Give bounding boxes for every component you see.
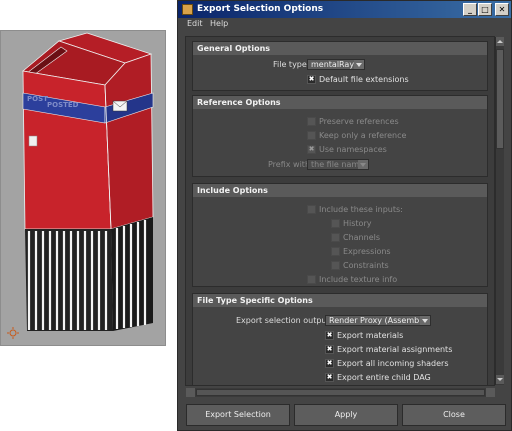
prefix-value: the file name <box>311 160 365 169</box>
include-options-header[interactable]: Include Options <box>193 184 487 197</box>
scroll-down-icon[interactable] <box>496 375 504 384</box>
close-button[interactable]: Close <box>402 404 506 426</box>
export-assignments-label: Export material assignments <box>337 345 453 354</box>
include-inputs-label: Include these inputs: <box>319 205 403 214</box>
default-extensions-label: Default file extensions <box>319 75 409 84</box>
scroll-left-icon[interactable] <box>186 388 195 397</box>
texture-info-label: Include texture info <box>319 275 398 284</box>
light-icon <box>7 327 19 339</box>
export-output-label: Export selection output: <box>236 316 333 325</box>
menu-edit[interactable]: Edit <box>187 19 203 28</box>
include-options-section: Include Options Include these inputs: Hi… <box>192 183 488 287</box>
file-type-dropdown[interactable]: mentalRay <box>307 59 365 70</box>
export-shaders-label: Export all incoming shaders <box>337 359 449 368</box>
file-type-options-section: File Type Specific Options Export select… <box>192 293 488 385</box>
prefix-with-label: Prefix with: <box>268 160 313 169</box>
export-child-dag-checkbox[interactable]: ✖ <box>325 373 334 382</box>
export-child-dag-label: Export entire child DAG <box>337 373 431 382</box>
chevron-down-icon <box>354 60 364 69</box>
horizontal-scrollbar[interactable] <box>186 388 495 397</box>
keep-reference-label: Keep only a reference <box>319 131 407 140</box>
file-type-label: File type: <box>273 60 310 69</box>
general-options-section: General Options File type: mentalRay ✖ D… <box>192 41 488 91</box>
keep-reference-checkbox[interactable] <box>307 131 316 140</box>
scroll-right-icon[interactable] <box>486 388 495 397</box>
export-selection-button[interactable]: Export Selection <box>186 404 290 426</box>
export-output-value: Render Proxy (Assembly) <box>329 316 430 325</box>
minimize-button[interactable]: _ <box>463 3 477 16</box>
maximize-button[interactable]: □ <box>478 3 492 16</box>
vertical-scrollbar[interactable] <box>495 37 504 385</box>
export-materials-checkbox[interactable]: ✖ <box>325 331 334 340</box>
apply-button[interactable]: Apply <box>294 404 398 426</box>
menu-help[interactable]: Help <box>210 19 228 28</box>
horizontal-scroll-thumb[interactable] <box>196 389 485 396</box>
export-assignments-checkbox[interactable]: ✖ <box>325 345 334 354</box>
constraints-checkbox[interactable] <box>331 261 340 270</box>
menu-bar: Edit Help <box>178 18 511 31</box>
model-label-posted: POSTED <box>47 101 79 109</box>
close-window-button[interactable]: ✕ <box>495 3 509 16</box>
include-inputs-checkbox[interactable] <box>307 205 316 214</box>
button-bar: Export Selection Apply Close <box>180 404 507 426</box>
scroll-thumb[interactable] <box>496 49 504 149</box>
mailbox-model: POST POSTED <box>7 32 154 339</box>
expressions-label: Expressions <box>343 247 391 256</box>
file-type-value: mentalRay <box>311 60 355 69</box>
model-label-post: POST <box>27 95 48 103</box>
general-options-header[interactable]: General Options <box>193 42 487 55</box>
export-output-dropdown[interactable]: Render Proxy (Assembly) <box>325 315 431 326</box>
reference-options-header[interactable]: Reference Options <box>193 96 487 109</box>
chevron-down-icon <box>420 316 430 325</box>
history-label: History <box>343 219 372 228</box>
prefix-dropdown[interactable]: the file name <box>307 159 369 170</box>
title-bar[interactable]: Export Selection Options _ □ ✕ <box>178 1 511 18</box>
chevron-down-icon <box>358 160 368 169</box>
options-panel: General Options File type: mentalRay ✖ D… <box>185 36 495 386</box>
reference-options-section: Reference Options Preserve references Ke… <box>192 95 488 177</box>
3d-viewport[interactable]: POST POSTED <box>0 30 166 346</box>
expressions-checkbox[interactable] <box>331 247 340 256</box>
texture-info-checkbox[interactable] <box>307 275 316 284</box>
channels-label: Channels <box>343 233 381 242</box>
preserve-references-checkbox[interactable] <box>307 117 316 126</box>
history-checkbox[interactable] <box>331 219 340 228</box>
use-namespaces-label: Use namespaces <box>319 145 387 154</box>
mailbox-pedestal <box>25 217 153 331</box>
scroll-up-icon[interactable] <box>496 37 504 46</box>
channels-checkbox[interactable] <box>331 233 340 242</box>
collection-plate <box>28 135 38 147</box>
export-materials-label: Export materials <box>337 331 404 340</box>
use-namespaces-checkbox[interactable]: ✖ <box>307 145 316 154</box>
maya-app-icon <box>182 4 193 15</box>
window-title: Export Selection Options <box>197 4 324 14</box>
default-extensions-checkbox[interactable]: ✖ <box>307 75 316 84</box>
export-shaders-checkbox[interactable]: ✖ <box>325 359 334 368</box>
constraints-label: Constraints <box>343 261 389 270</box>
file-type-options-header[interactable]: File Type Specific Options <box>193 294 487 307</box>
preserve-references-label: Preserve references <box>319 117 399 126</box>
